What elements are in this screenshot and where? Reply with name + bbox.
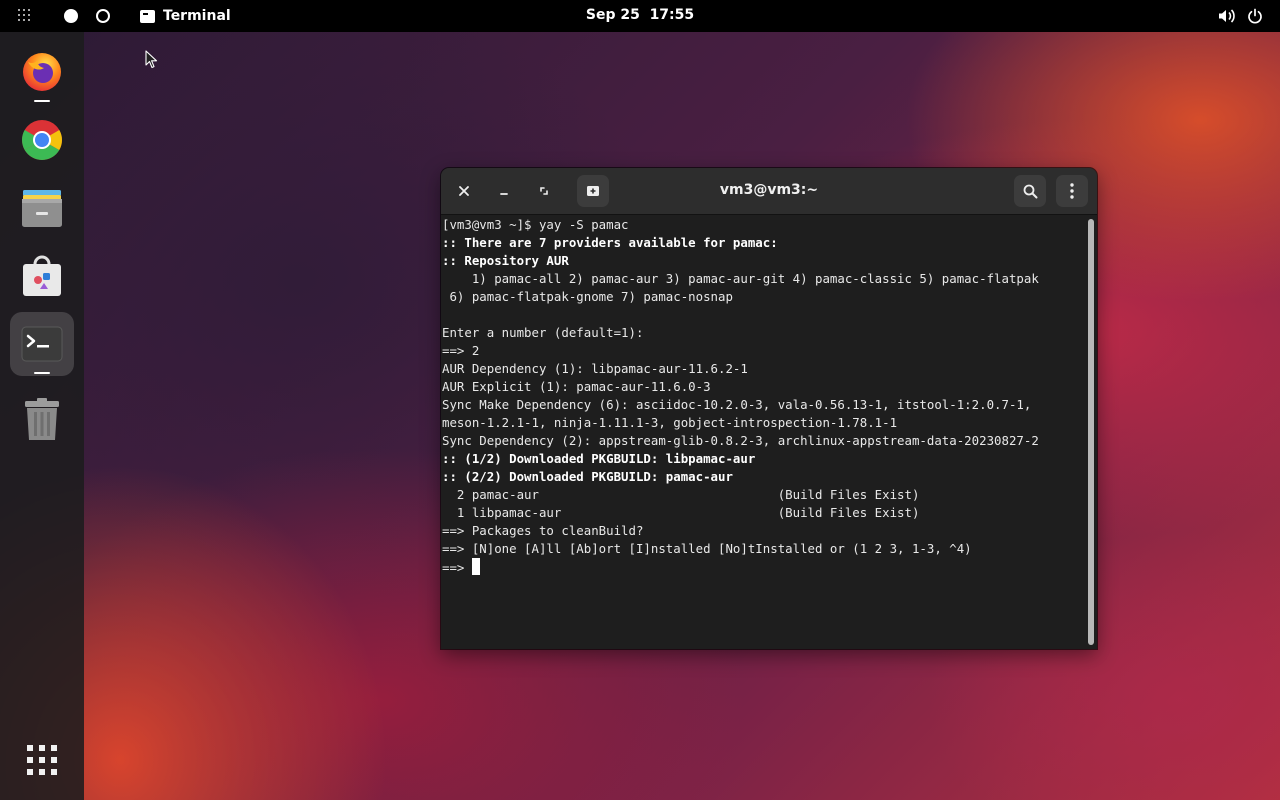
dock-item-chrome[interactable] xyxy=(10,108,74,172)
dock-item-software[interactable] xyxy=(10,244,74,308)
terminal-line: meson-1.2.1-1, ninja-1.11.1-3, gobject-i… xyxy=(442,415,898,430)
terminal-output[interactable]: [vm3@vm3 ~]$ yay -S pamac :: There are 7… xyxy=(441,215,1085,649)
terminal-line: 1) pamac-all 2) pamac-aur 3) pamac-aur-g… xyxy=(442,271,1039,286)
terminal-line: [vm3@vm3 ~]$ yay -S pamac xyxy=(442,217,629,232)
terminal-line: :: Repository AUR xyxy=(442,253,569,268)
terminal-line: Sync Dependency (2): appstream-glib-0.8.… xyxy=(442,433,1039,448)
new-tab-button[interactable] xyxy=(577,175,609,207)
terminal-window[interactable]: vm3@vm3:~ [vm3@vm3 ~]$ yay -S pamac :: T… xyxy=(441,168,1097,649)
dock-item-trash[interactable] xyxy=(10,388,74,452)
terminal-line: :: There are 7 providers available for p… xyxy=(442,235,778,250)
search-button[interactable] xyxy=(1014,175,1046,207)
terminal-icon xyxy=(21,326,63,362)
software-store-icon xyxy=(23,255,61,296)
terminal-line: Sync Make Dependency (6): asciidoc-10.2.… xyxy=(442,397,1032,412)
maximize-button[interactable] xyxy=(531,178,557,204)
show-apps-button[interactable] xyxy=(10,728,74,792)
dock-item-firefox[interactable] xyxy=(10,40,74,104)
volume-icon[interactable] xyxy=(1218,8,1236,24)
maximize-icon xyxy=(540,187,548,195)
dash-dock xyxy=(0,32,84,800)
running-indicator xyxy=(34,100,50,102)
terminal-line: ==> Packages to cleanBuild? xyxy=(442,523,644,538)
new-tab-icon xyxy=(587,186,599,196)
terminal-line: ==> [N]one [A]ll [Ab]ort [I]nstalled [No… xyxy=(442,541,972,556)
top-bar: Terminal Sep 25 17:55 xyxy=(0,0,1280,32)
minimize-icon xyxy=(500,193,508,195)
text-cursor xyxy=(471,558,480,575)
terminal-line: 2 pamac-aur (Build Files Exist) xyxy=(442,487,920,502)
terminal-scrollbar[interactable] xyxy=(1085,215,1097,649)
terminal-line: :: (1/2) Downloaded PKGBUILD: libpamac-a… xyxy=(442,451,756,466)
app-grid-icon xyxy=(27,745,57,775)
terminal-line: AUR Dependency (1): libpamac-aur-11.6.2-… xyxy=(442,361,748,376)
close-button[interactable] xyxy=(451,178,477,204)
close-icon xyxy=(459,186,469,196)
terminal-prompt-line[interactable]: ==> xyxy=(442,558,1085,576)
terminal-line: 1 libpamac-aur (Build Files Exist) xyxy=(442,505,920,520)
power-icon[interactable] xyxy=(1247,8,1263,24)
chrome-icon xyxy=(22,120,62,160)
files-icon xyxy=(22,190,62,227)
minimize-button[interactable] xyxy=(491,178,517,204)
window-title: vm3@vm3:~ xyxy=(719,182,819,198)
terminal-line: Enter a number (default=1): xyxy=(442,325,644,340)
search-icon xyxy=(1023,184,1037,198)
clock-label[interactable]: Sep 25 17:55 xyxy=(586,7,694,23)
mouse-pointer-icon xyxy=(145,50,158,69)
terminal-line: 6) pamac-flatpak-gnome 7) pamac-nosnap xyxy=(442,289,733,304)
clock: Sep 25 17:55 xyxy=(0,7,1280,23)
terminal-prompt: ==> xyxy=(442,560,472,575)
terminal-line: AUR Explicit (1): pamac-aur-11.6.0-3 xyxy=(442,379,711,394)
terminal-line: :: (2/2) Downloaded PKGBUILD: pamac-aur xyxy=(442,469,733,484)
trash-icon xyxy=(25,398,59,440)
dock-item-terminal[interactable] xyxy=(10,312,74,376)
dock-item-files[interactable] xyxy=(10,176,74,240)
menu-button[interactable] xyxy=(1056,175,1088,207)
terminal-headerbar[interactable]: vm3@vm3:~ xyxy=(441,168,1097,215)
firefox-icon xyxy=(23,53,61,91)
terminal-line: ==> 2 xyxy=(442,343,480,358)
running-indicator xyxy=(34,372,50,374)
scrollbar-thumb[interactable] xyxy=(1088,219,1094,645)
kebab-menu-icon xyxy=(1070,183,1074,199)
